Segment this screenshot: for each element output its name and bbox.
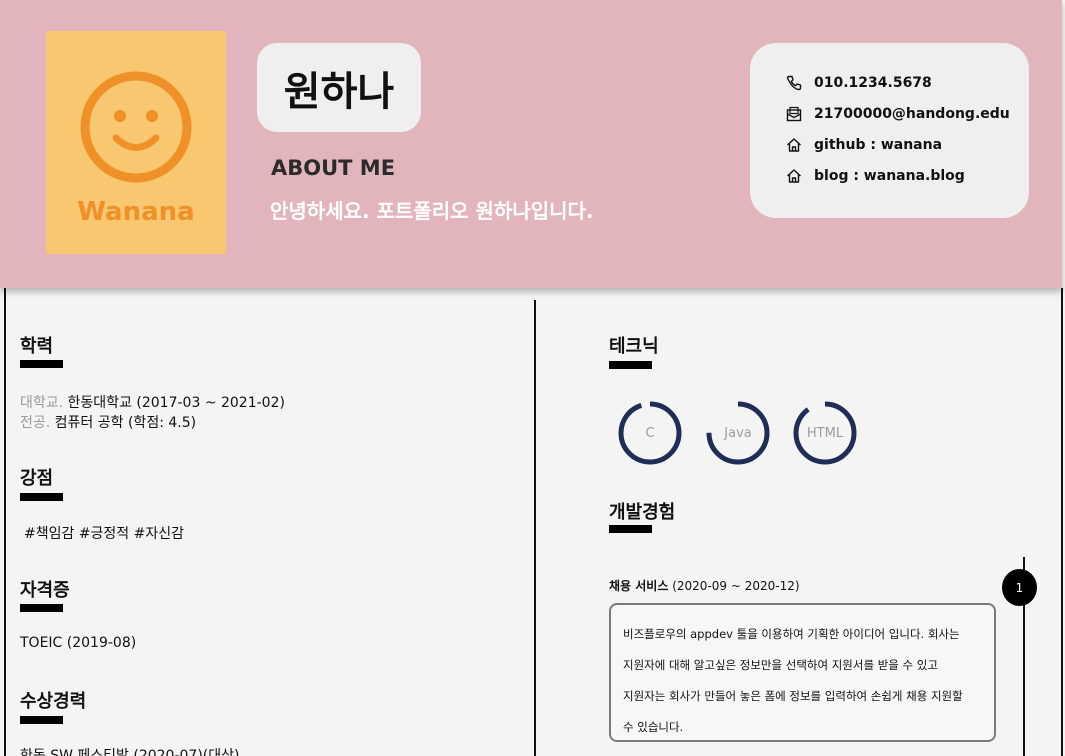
profile-name: 원하나 <box>257 43 421 132</box>
strengths-title: 강점 <box>20 468 54 489</box>
major-label: 전공. <box>20 415 51 431</box>
section-underline <box>609 525 652 533</box>
project-period: (2020-09 ~ 2020-12) <box>672 579 800 593</box>
timeline-badge: 1 <box>1002 569 1037 606</box>
github-text: github : wanana <box>814 137 943 153</box>
skill-ring-c: C <box>618 401 682 465</box>
project-name: 채용 서비스 <box>609 579 669 593</box>
education-title: 학력 <box>20 336 54 357</box>
section-underline <box>20 716 63 724</box>
skill-ring-html: HTML <box>793 401 857 465</box>
avatar: Wanana <box>46 31 226 254</box>
university-label: 대학교. <box>20 395 64 411</box>
contact-blog[interactable]: blog : wanana.blog <box>786 168 965 184</box>
skill-ring-java: Java <box>706 401 770 465</box>
strengths-text: #책임감 #긍정적 #자신감 <box>24 526 185 542</box>
project-description-line: 비즈플로우의 appdev 툴을 이용하여 기획한 아이디어 입니다. 회사는 <box>623 627 960 641</box>
project-description-line: 수 있습니다. <box>623 720 684 734</box>
major-value: 컴퓨터 공학 (학점: 4.5) <box>54 415 197 431</box>
section-underline <box>20 604 63 612</box>
certificates-text: TOEIC (2019-08) <box>20 635 137 651</box>
phone-text: 010.1234.5678 <box>814 75 932 91</box>
section-underline <box>609 361 652 369</box>
university-period: (2017-03 ~ 2021-02) <box>136 395 285 411</box>
project-description-line: 지원자는 회사가 만들어 놓은 폼에 정보를 입력하여 손쉽게 채용 지원할 <box>623 689 963 703</box>
about-text: 안녕하세요. 포트폴리오 원하나입니다. <box>270 199 594 223</box>
blog-text: blog : wanana.blog <box>814 168 965 184</box>
section-underline <box>20 493 63 501</box>
mail-icon <box>786 106 802 122</box>
profile-header: Wanana 원하나 ABOUT ME 안녕하세요. 포트폴리오 원하나입니다.… <box>0 0 1062 288</box>
contact-phone[interactable]: 010.1234.5678 <box>786 75 932 91</box>
home-icon <box>787 138 801 152</box>
education-major: 전공. 컴퓨터 공학 (학점: 4.5) <box>20 412 196 432</box>
techniques-title: 테크닉 <box>609 336 659 357</box>
about-title: ABOUT ME <box>271 156 396 180</box>
certificates-title: 자격증 <box>20 580 70 601</box>
column-divider <box>534 300 536 756</box>
phone-icon <box>786 75 802 91</box>
contact-card: 010.1234.5678 21700000@handong.edu githu… <box>750 43 1029 218</box>
skill-label: HTML <box>806 425 844 441</box>
project-description-line: 지원자에 대해 알고싶은 정보만을 선택하여 지원서를 받을 수 있고 <box>623 658 938 672</box>
email-text: 21700000@handong.edu <box>814 106 1010 122</box>
awards-title: 수상경력 <box>20 691 87 712</box>
home-icon <box>787 169 801 183</box>
section-underline <box>20 360 63 368</box>
contact-github[interactable]: github : wanana <box>786 137 942 153</box>
experience-title: 개발경험 <box>609 502 676 523</box>
skill-label: Java <box>724 425 752 441</box>
avatar-text: Wanana <box>77 197 195 227</box>
project-description-card: 비즈플로우의 appdev 툴을 이용하여 기획한 아이디어 입니다. 회사는 … <box>609 603 996 742</box>
university-value: 한동대학교 <box>67 395 132 411</box>
education-university: 대학교. 한동대학교 (2017-03 ~ 2021-02) <box>20 392 285 412</box>
awards-text: 한동 SW 페스티발 (2020-07)(대상) <box>20 748 240 756</box>
skill-label: C <box>645 425 655 441</box>
contact-email[interactable]: 21700000@handong.edu <box>786 106 1010 122</box>
project-heading: 채용 서비스 (2020-09 ~ 2020-12) <box>609 577 800 594</box>
smiley-icon <box>80 71 192 183</box>
